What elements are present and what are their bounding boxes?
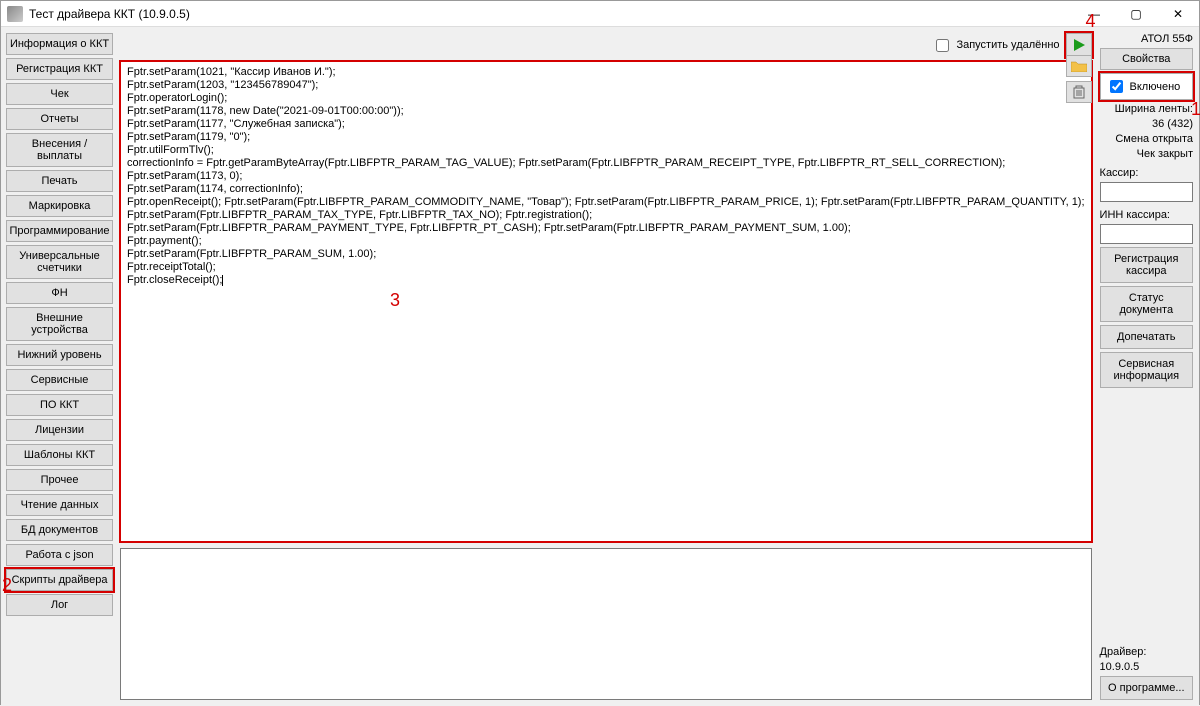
nav-item-19[interactable]: Работа с json [6, 544, 113, 566]
nav-item-15[interactable]: Шаблоны ККТ [6, 444, 113, 466]
enabled-checkbox[interactable]: Включено [1100, 73, 1193, 100]
shift-status: Смена открыта [1100, 133, 1193, 145]
nav-item-0[interactable]: Информация о ККТ [6, 33, 113, 55]
properties-button[interactable]: Свойства [1100, 48, 1193, 70]
run-remote-checkbox[interactable]: Запустить удалённо [932, 36, 1059, 55]
center-panel: Запустить удалённо 4 Fptr.setParam(1021,… [118, 27, 1095, 706]
nav-item-18[interactable]: БД документов [6, 519, 113, 541]
folder-icon [1071, 60, 1087, 72]
nav-item-20[interactable]: Скрипты драйвера [6, 569, 113, 591]
run-remote-label: Запустить удалённо [956, 39, 1059, 51]
play-icon [1072, 38, 1086, 52]
nav-item-2[interactable]: Чек [6, 83, 113, 105]
left-nav: Информация о ККТ Регистрация ККТ Чек Отчеты… [1, 27, 118, 706]
script-toolbar: Запустить удалённо 4 [120, 33, 1091, 57]
window-controls: — ▢ ✕ [1073, 1, 1199, 26]
window-title: Тест драйвера ККТ (10.9.0.5) [29, 7, 1073, 21]
receipt-status: Чек закрыт [1100, 148, 1193, 160]
nav-item-21[interactable]: Лог [6, 594, 113, 616]
tape-width-value: 36 (432) [1100, 118, 1193, 130]
enabled-input[interactable] [1110, 80, 1123, 93]
tape-width-label: Ширина ленты: [1100, 103, 1193, 115]
script-editor[interactable]: Fptr.setParam(1021, "Кассир Иванов И.");… [120, 61, 1091, 542]
nav-item-10[interactable]: Внешние устройства [6, 307, 113, 341]
enabled-label: Включено [1130, 81, 1181, 93]
service-info-button[interactable]: Сервисная информация [1100, 352, 1193, 388]
driver-label: Драйвер: [1100, 646, 1193, 658]
open-folder-button[interactable] [1066, 55, 1092, 77]
nav-item-17[interactable]: Чтение данных [6, 494, 113, 516]
nav-item-16[interactable]: Прочее [6, 469, 113, 491]
nav-item-6[interactable]: Маркировка [6, 195, 113, 217]
nav-item-8[interactable]: Универсальные счетчики [6, 245, 113, 279]
text-cursor [222, 275, 223, 286]
right-panel: АТОЛ 55Ф Свойства Включено 1 Ширина лент… [1096, 27, 1199, 706]
document-status-button[interactable]: Статус документа [1100, 286, 1193, 322]
nav-item-5[interactable]: Печать [6, 170, 113, 192]
cashier-label: Кассир: [1100, 167, 1193, 179]
nav-item-11[interactable]: Нижний уровень [6, 344, 113, 366]
minimize-button[interactable]: — [1073, 1, 1115, 26]
nav-item-12[interactable]: Сервисные [6, 369, 113, 391]
register-cashier-button[interactable]: Регистрация кассира [1100, 247, 1193, 283]
reprint-button[interactable]: Допечатать [1100, 325, 1193, 349]
run-remote-input[interactable] [936, 39, 949, 52]
cashier-inn-input[interactable] [1100, 224, 1193, 244]
about-button[interactable]: О программе... [1100, 676, 1193, 700]
cashier-inn-label: ИНН кассира: [1100, 209, 1193, 221]
app-icon [7, 6, 23, 22]
trash-icon [1073, 85, 1085, 99]
cashier-input[interactable] [1100, 182, 1193, 202]
nav-item-13[interactable]: ПО ККТ [6, 394, 113, 416]
titlebar: Тест драйвера ККТ (10.9.0.5) — ▢ ✕ [1, 1, 1199, 27]
maximize-button[interactable]: ▢ [1115, 1, 1157, 26]
nav-item-1[interactable]: Регистрация ККТ [6, 58, 113, 80]
nav-item-3[interactable]: Отчеты [6, 108, 113, 130]
nav-item-7[interactable]: Программирование [6, 220, 113, 242]
output-area[interactable] [120, 548, 1091, 700]
nav-item-14[interactable]: Лицензии [6, 419, 113, 441]
nav-item-9[interactable]: ФН [6, 282, 113, 304]
delete-button[interactable] [1066, 81, 1092, 103]
device-name: АТОЛ 55Ф [1100, 33, 1193, 45]
close-button[interactable]: ✕ [1157, 1, 1199, 26]
nav-item-4[interactable]: Внесения / выплаты [6, 133, 113, 167]
run-script-button[interactable] [1066, 33, 1092, 57]
driver-version: 10.9.0.5 [1100, 661, 1193, 673]
